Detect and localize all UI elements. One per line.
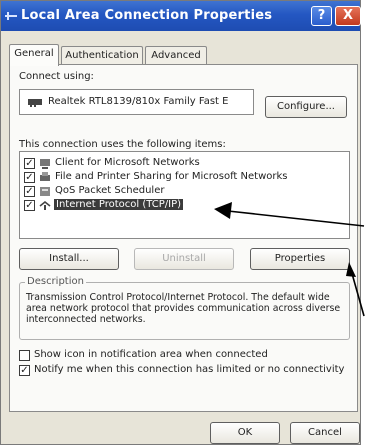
- window-title: Local Area Connection Properties: [21, 8, 273, 23]
- cancel-button[interactable]: Cancel: [290, 422, 360, 444]
- item-checkbox[interactable]: ✓: [24, 186, 35, 197]
- item-label: Client for Microsoft Networks: [55, 157, 200, 168]
- tab-general[interactable]: General: [9, 44, 59, 66]
- item-label: File and Printer Sharing for Microsoft N…: [55, 171, 288, 182]
- properties-dialog: Local Area Connection Properties ? X Gen…: [0, 0, 361, 445]
- components-label: This connection uses the following items…: [19, 139, 226, 150]
- protocol-icon: [39, 200, 51, 210]
- title-bar[interactable]: Local Area Connection Properties ? X: [1, 1, 361, 31]
- general-panel: Connect using: Realtek RTL8139/810x Fami…: [9, 64, 358, 412]
- notify-label: Notify me when this connection has limit…: [34, 364, 345, 375]
- network-adapter-icon: [28, 99, 42, 107]
- adapter-name: Realtek RTL8139/810x Family Fast E: [48, 96, 229, 107]
- item-checkbox[interactable]: ✓: [24, 200, 35, 211]
- help-button[interactable]: ?: [311, 6, 332, 26]
- components-list[interactable]: ✓ Client for Microsoft Networks ✓ File a…: [19, 151, 350, 239]
- network-connection-icon: [5, 12, 17, 20]
- ok-button[interactable]: OK: [210, 422, 280, 444]
- qos-scheduler-icon: [40, 187, 50, 196]
- description-group: Description Transmission Control Protoco…: [19, 276, 350, 340]
- description-text: Transmission Control Protocol/Internet P…: [26, 292, 341, 325]
- configure-button[interactable]: Configure...: [265, 96, 347, 118]
- item-label: Internet Protocol (TCP/IP): [54, 199, 184, 210]
- properties-button[interactable]: Properties: [250, 248, 350, 270]
- description-legend: Description: [25, 276, 86, 287]
- adapter-field: Realtek RTL8139/810x Family Fast E: [19, 89, 254, 115]
- item-checkbox[interactable]: ✓: [24, 158, 35, 169]
- item-label: QoS Packet Scheduler: [55, 185, 165, 196]
- uninstall-button[interactable]: Uninstall: [134, 248, 234, 270]
- tab-authentication[interactable]: Authentication: [61, 46, 143, 64]
- show-icon-label: Show icon in notification area when conn…: [34, 349, 268, 360]
- file-printer-sharing-icon: [40, 172, 50, 181]
- install-button[interactable]: Install...: [19, 248, 119, 270]
- notify-checkbox[interactable]: ✓: [19, 365, 30, 376]
- show-icon-checkbox[interactable]: [19, 350, 30, 361]
- tab-advanced[interactable]: Advanced: [145, 46, 207, 64]
- close-button[interactable]: X: [335, 6, 361, 26]
- item-checkbox[interactable]: ✓: [24, 172, 35, 183]
- network-client-icon: [40, 159, 50, 169]
- connect-using-label: Connect using:: [19, 71, 94, 82]
